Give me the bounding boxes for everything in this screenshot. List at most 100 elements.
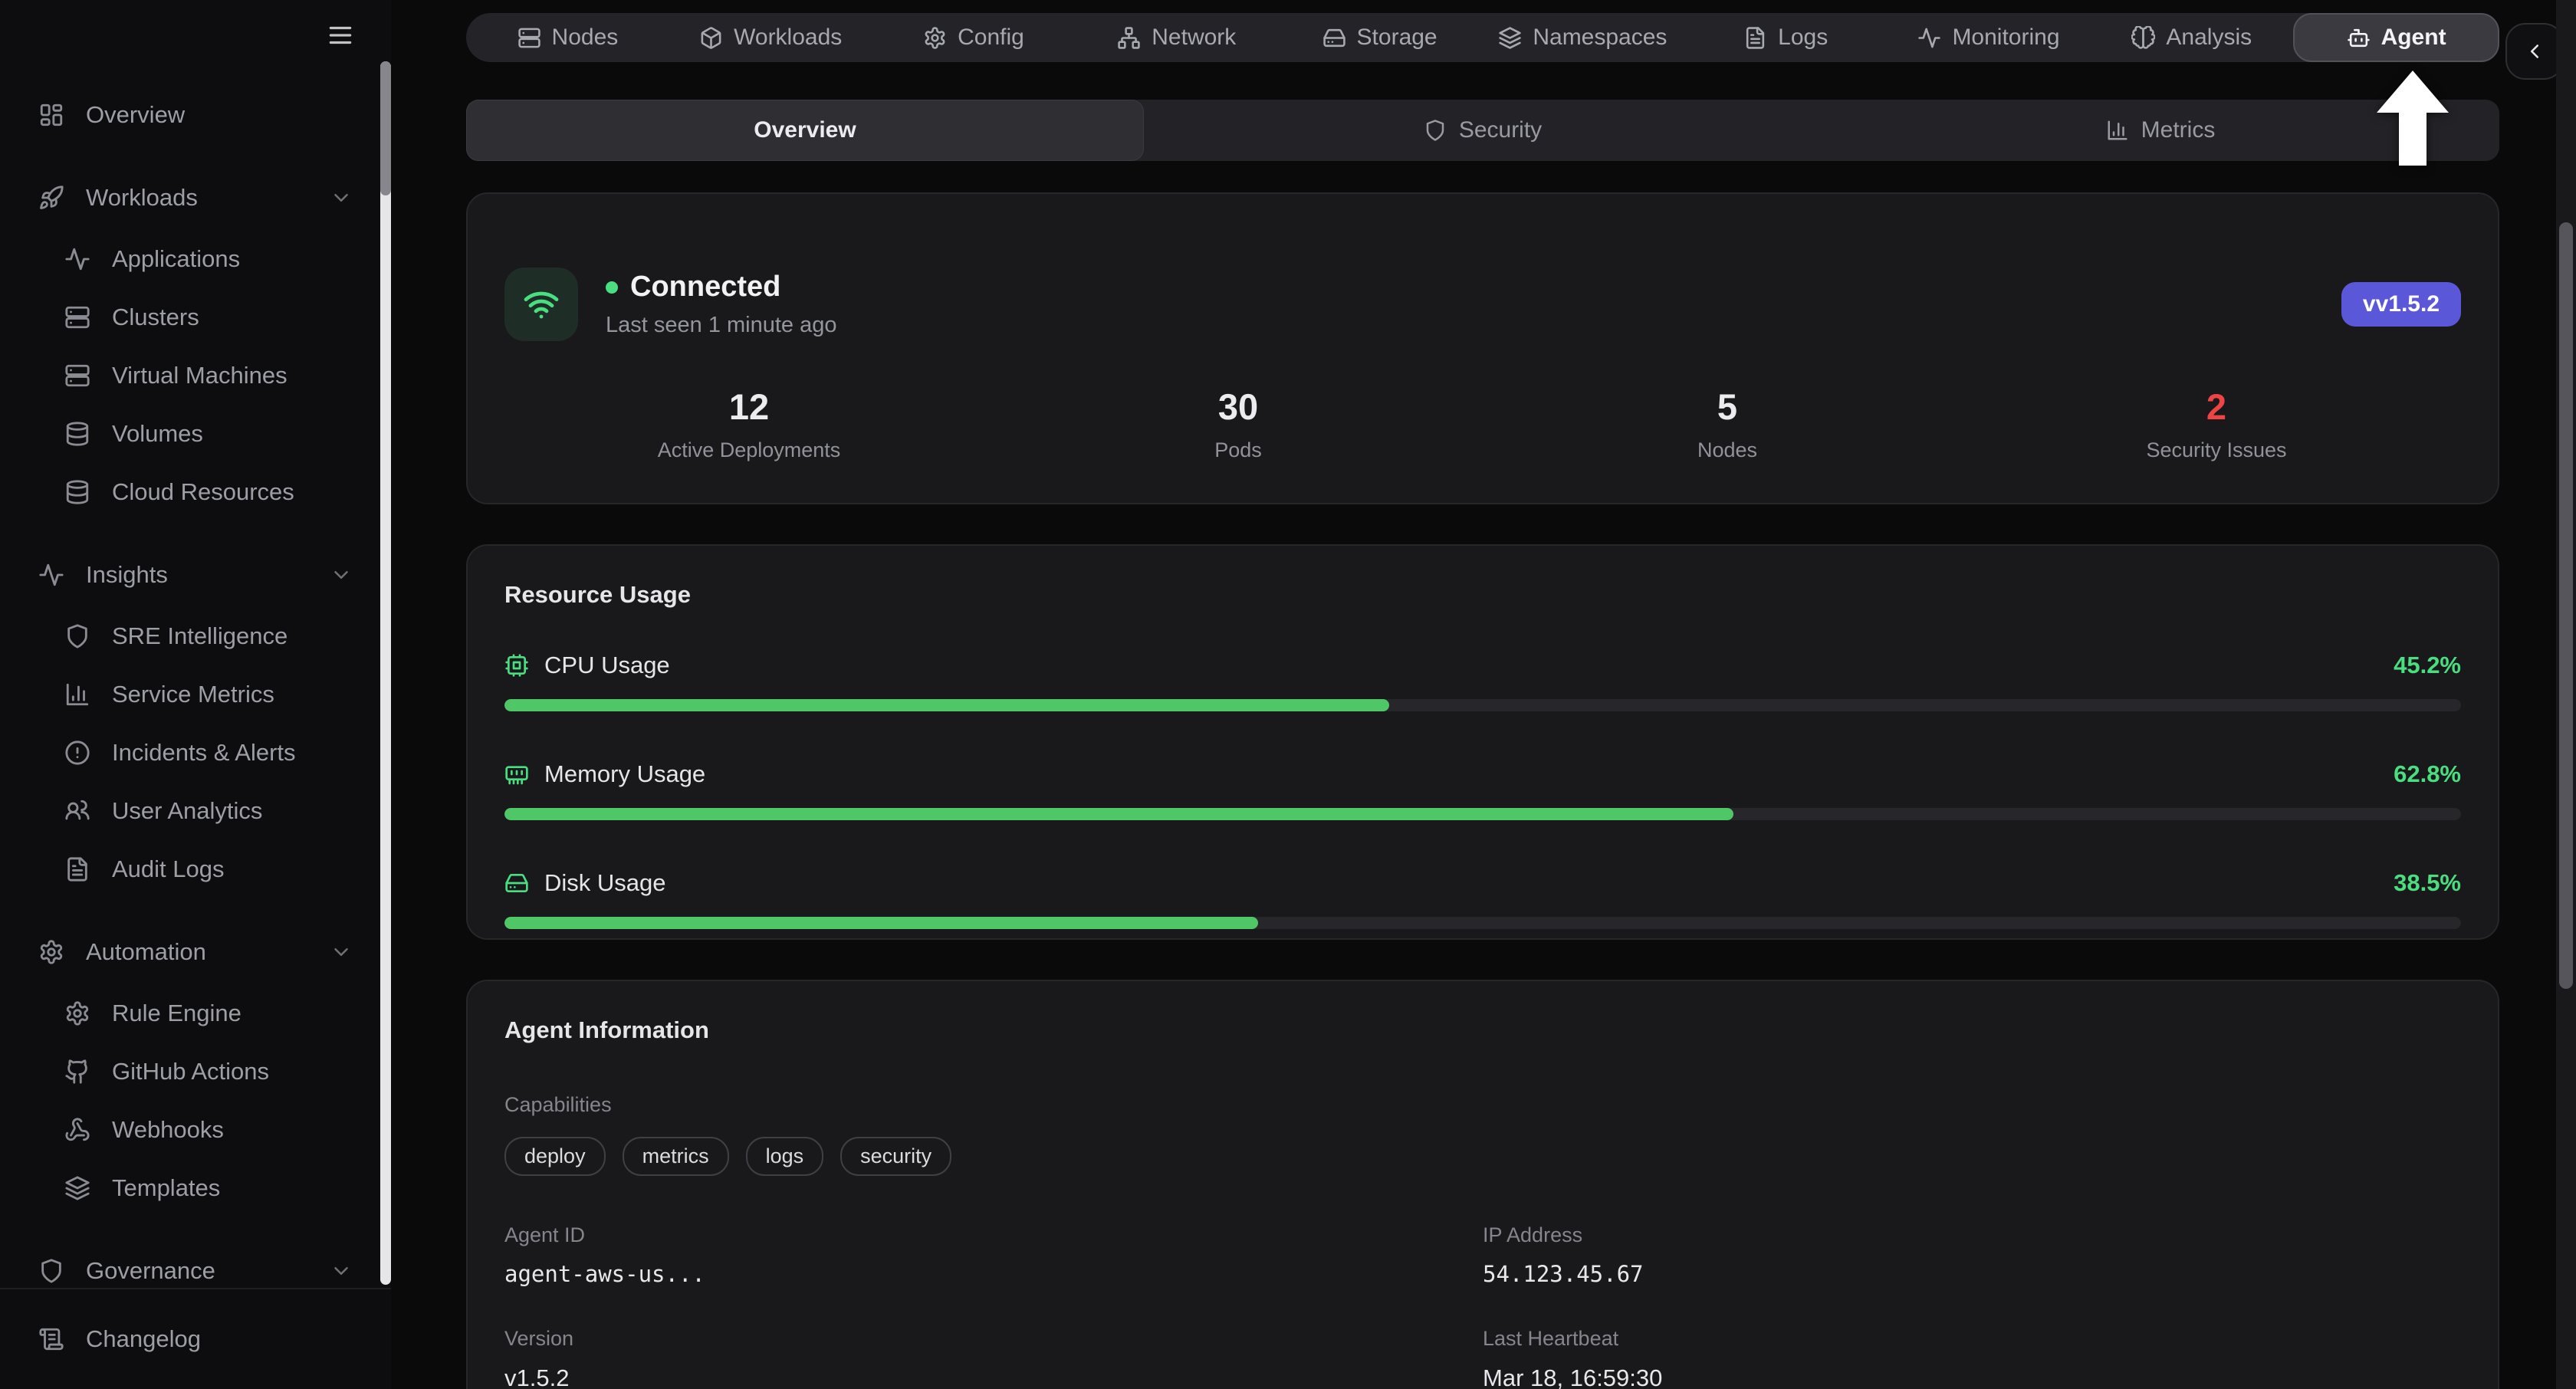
sidebar-item-clusters[interactable]: Clusters: [0, 293, 380, 342]
sidebar-group-governance[interactable]: Governance: [0, 1246, 380, 1288]
sidebar-item-user-analytics[interactable]: User Analytics: [0, 786, 380, 836]
tab-storage[interactable]: Storage: [1278, 13, 1481, 62]
database-icon: [64, 479, 90, 505]
sidebar-scrollbar[interactable]: [380, 61, 391, 1285]
sidebar-group-workloads[interactable]: Workloads: [0, 173, 380, 222]
subtab-label: Metrics: [2141, 117, 2216, 143]
menu-icon[interactable]: [322, 17, 359, 54]
stat-value: 30: [994, 386, 1483, 428]
tab-config[interactable]: Config: [872, 13, 1076, 62]
tab-namespaces[interactable]: Namespaces: [1481, 13, 1684, 62]
tab-nodes[interactable]: Nodes: [466, 13, 669, 62]
main-scrollbar[interactable]: [2556, 0, 2576, 1389]
sidebar-item-applications[interactable]: Applications: [0, 235, 380, 284]
main-scrollbar-thumb[interactable]: [2559, 222, 2573, 989]
activity-icon: [64, 246, 90, 272]
scroll-icon: [38, 1326, 64, 1352]
app-root: Overview Workloads Applications Clusters…: [0, 0, 2576, 1389]
sidebar-group-automation[interactable]: Automation: [0, 928, 380, 977]
progress-track: [504, 699, 2461, 711]
sidebar-item-audit-logs[interactable]: Audit Logs: [0, 845, 380, 894]
collapse-panel-button[interactable]: [2505, 23, 2564, 80]
usage-label: Memory Usage: [544, 760, 705, 788]
subtab-overview[interactable]: Overview: [466, 100, 1144, 161]
layers-icon: [1498, 26, 1522, 50]
subtab-label: Security: [1459, 117, 1542, 143]
memory-icon: [504, 762, 529, 786]
sidebar-item-label: Virtual Machines: [112, 362, 288, 389]
stat-label: Pods: [994, 438, 1483, 462]
sidebar-item-rule-engine[interactable]: Rule Engine: [0, 989, 380, 1038]
sidebar-item-label: Overview: [86, 101, 185, 129]
stat-security-issues: 2 Security Issues: [1972, 386, 2461, 462]
server-icon: [64, 363, 90, 389]
tab-analysis[interactable]: Analysis: [2090, 13, 2293, 62]
activity-icon: [38, 562, 64, 588]
tab-label: Logs: [1778, 25, 1828, 51]
bot-icon: [2347, 26, 2371, 50]
sidebar-item-changelog[interactable]: Changelog: [0, 1289, 391, 1389]
tab-agent[interactable]: Agent: [2293, 13, 2499, 62]
network-icon: [1117, 26, 1141, 50]
sidebar-item-label: Incidents & Alerts: [112, 739, 296, 767]
field-label: Version: [504, 1327, 1483, 1351]
file-text-icon: [1743, 26, 1767, 50]
main-content: Nodes Workloads Config Network Storage N…: [391, 0, 2576, 1389]
progress-fill: [504, 699, 1389, 711]
agent-information-card: Agent Information Capabilities deploy me…: [466, 980, 2499, 1389]
field-label: Last Heartbeat: [1483, 1327, 2461, 1351]
sidebar-item-github-actions[interactable]: GitHub Actions: [0, 1047, 380, 1096]
layers-icon: [64, 1175, 90, 1201]
sidebar-item-incidents-alerts[interactable]: Incidents & Alerts: [0, 728, 380, 777]
sidebar-item-webhooks[interactable]: Webhooks: [0, 1105, 380, 1154]
version-badge: vv1.5.2: [2341, 282, 2461, 327]
sidebar-item-templates[interactable]: Templates: [0, 1164, 380, 1213]
stats-row: 12 Active Deployments 30 Pods 5 Nodes 2 …: [504, 386, 2461, 462]
field-agent-id: Agent ID agent-aws-us...: [504, 1223, 1483, 1287]
github-icon: [64, 1059, 90, 1085]
stat-value: 5: [1483, 386, 1972, 428]
sidebar-item-label: Insights: [86, 561, 168, 589]
progress-track: [504, 808, 2461, 820]
tab-label: Namespaces: [1533, 25, 1667, 51]
bar-chart-icon: [64, 681, 90, 708]
sidebar-item-label: Workloads: [86, 184, 198, 212]
sidebar-scrollbar-thumb[interactable]: [380, 61, 391, 195]
cursor-arrow: [2377, 71, 2449, 169]
tab-label: Network: [1152, 25, 1236, 51]
stat-value: 2: [1972, 386, 2461, 428]
usage-percent: 62.8%: [2394, 760, 2461, 788]
card-title: Agent Information: [504, 1016, 2461, 1044]
capabilities-chips: deploy metrics logs security: [504, 1137, 2461, 1176]
field-value: v1.5.2: [504, 1364, 1483, 1389]
sidebar-item-volumes[interactable]: Volumes: [0, 409, 380, 458]
sidebar-item-label: SRE Intelligence: [112, 622, 288, 650]
tab-label: Storage: [1357, 25, 1438, 51]
sidebar-item-label: Audit Logs: [112, 855, 225, 883]
tab-monitoring[interactable]: Monitoring: [1888, 13, 2091, 62]
gear-icon: [38, 939, 64, 965]
progress-fill: [504, 808, 1733, 820]
tab-logs[interactable]: Logs: [1684, 13, 1888, 62]
tab-label: Agent: [2381, 25, 2446, 51]
database-icon: [64, 421, 90, 447]
sidebar-item-service-metrics[interactable]: Service Metrics: [0, 670, 380, 719]
tab-workloads[interactable]: Workloads: [669, 13, 872, 62]
users-icon: [64, 798, 90, 824]
sidebar-item-overview[interactable]: Overview: [0, 90, 380, 140]
box-icon: [699, 26, 723, 50]
sidebar-item-label: Rule Engine: [112, 1000, 242, 1027]
tab-network[interactable]: Network: [1075, 13, 1278, 62]
sidebar-item-cloud-resources[interactable]: Cloud Resources: [0, 468, 380, 517]
sidebar-item-virtual-machines[interactable]: Virtual Machines: [0, 351, 380, 400]
sidebar-group-insights[interactable]: Insights: [0, 550, 380, 599]
subtab-security[interactable]: Security: [1144, 100, 1822, 161]
stat-nodes: 5 Nodes: [1483, 386, 1972, 462]
usage-percent: 45.2%: [2394, 652, 2461, 679]
stat-label: Nodes: [1483, 438, 1972, 462]
last-seen-text: Last seen 1 minute ago: [606, 313, 836, 338]
capability-chip: metrics: [623, 1137, 729, 1176]
sidebar-item-sre-intelligence[interactable]: SRE Intelligence: [0, 612, 380, 661]
stat-pods: 30 Pods: [994, 386, 1483, 462]
chevron-down-icon: [330, 1259, 353, 1282]
